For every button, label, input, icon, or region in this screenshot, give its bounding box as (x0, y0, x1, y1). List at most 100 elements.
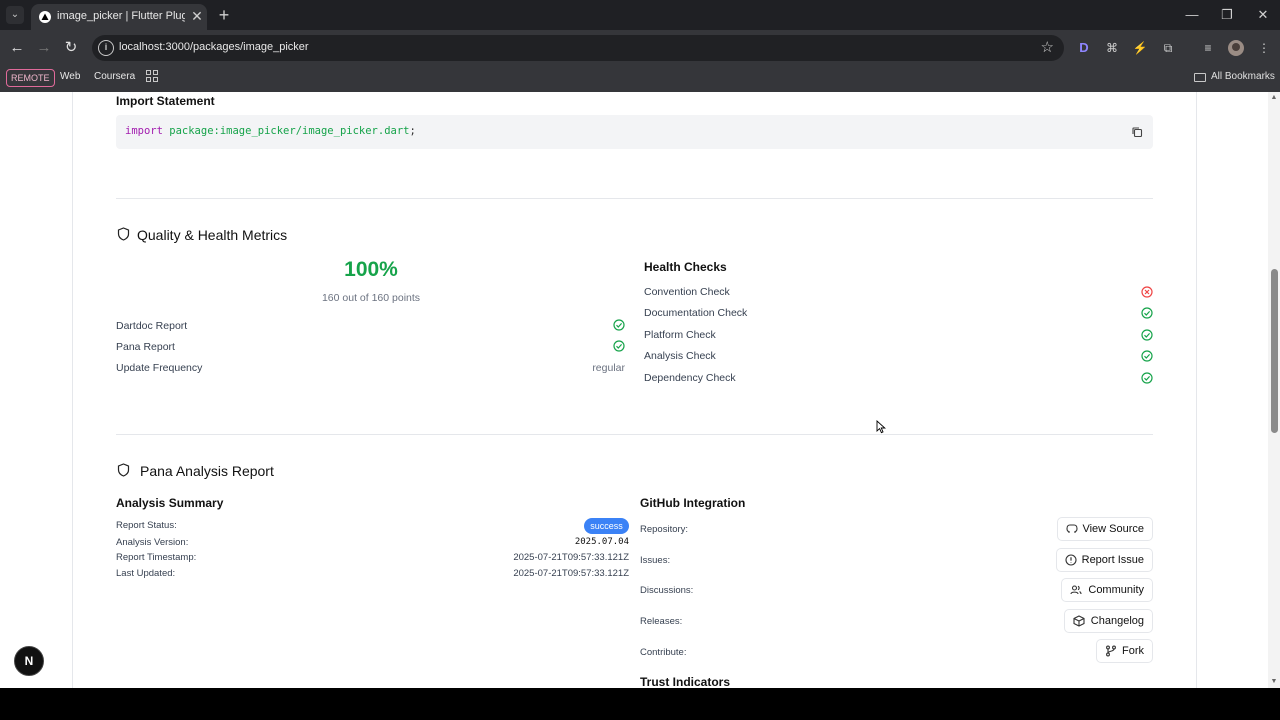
report-issue-label: Report Issue (1081, 554, 1144, 566)
tab-strip: ⌄ image_picker | Flutter Plugin | Co ✕ +… (0, 0, 1280, 30)
address-bar[interactable]: i localhost:3000/packages/image_picker ☆ (92, 35, 1064, 61)
view-source-button[interactable]: View Source (1057, 517, 1153, 541)
browser-menu-icon[interactable]: ⋮ (1255, 39, 1273, 57)
code-keyword: import (125, 125, 163, 137)
scroll-up-arrow-icon[interactable]: ▲ (1270, 94, 1278, 102)
github-row-label: Releases: (640, 616, 683, 627)
check-circle-icon (1141, 329, 1153, 341)
extension-d-icon[interactable]: D (1075, 39, 1093, 57)
profile-avatar[interactable] (1228, 40, 1244, 56)
summary-value: 2025-07-21T09:57:33.121Z (513, 552, 629, 563)
folder-icon (1194, 73, 1206, 82)
site-info-icon[interactable]: i (98, 40, 114, 56)
reload-icon[interactable]: ↻ (61, 38, 81, 58)
mouse-cursor-icon (876, 420, 886, 434)
check-circle-icon (613, 319, 625, 331)
users-icon (1070, 585, 1082, 595)
back-arrow-icon[interactable]: ← (7, 38, 27, 58)
browser-tab-active[interactable]: image_picker | Flutter Plugin | Co ✕ (31, 4, 207, 30)
changelog-label: Changelog (1090, 615, 1144, 627)
restore-window-icon[interactable]: ❐ (1215, 4, 1239, 26)
close-tab-icon[interactable]: ✕ (189, 8, 205, 24)
tab-title: image_picker | Flutter Plugin | Co (57, 10, 185, 22)
triangle-favicon-icon (39, 11, 51, 23)
close-window-icon[interactable]: ✕ (1251, 4, 1275, 26)
import-heading: Import Statement (116, 94, 215, 108)
code-path: package:image_picker/image_picker.dart (169, 125, 410, 137)
check-circle-icon (613, 340, 625, 352)
scroll-down-arrow-icon[interactable]: ▼ (1270, 678, 1278, 686)
git-fork-icon (1106, 645, 1116, 657)
quality-points: 160 out of 160 points (321, 292, 421, 304)
summary-label: Analysis Version: (116, 537, 189, 548)
health-check-label: Platform Check (644, 329, 716, 341)
bookmark-star-icon[interactable]: ☆ (1041, 38, 1054, 56)
fork-button[interactable]: Fork (1096, 639, 1153, 663)
github-icon (1066, 524, 1078, 533)
metric-label: Pana Report (116, 341, 175, 353)
health-check-label: Convention Check (644, 286, 730, 298)
forward-arrow-icon[interactable]: → (34, 38, 54, 58)
x-circle-icon (1141, 286, 1153, 298)
summary-label: Last Updated: (116, 568, 176, 579)
check-circle-icon (1141, 307, 1153, 319)
summary-value: 2025.07.04 (574, 537, 629, 547)
copy-icon[interactable] (1131, 126, 1143, 138)
github-integration-heading: GitHub Integration (640, 496, 746, 510)
github-row-label: Contribute: (640, 647, 687, 658)
health-checks-heading: Health Checks (644, 260, 727, 274)
package-icon (1073, 615, 1085, 627)
new-tab-button[interactable]: + (214, 5, 234, 25)
bookmark-web[interactable]: Web (60, 71, 80, 82)
url-text[interactable]: localhost:3000/packages/image_picker (119, 41, 309, 53)
health-check-label: Dependency Check (644, 372, 736, 384)
extensions-puzzle-icon[interactable]: ⧉ (1159, 39, 1177, 57)
changelog-button[interactable]: Changelog (1064, 609, 1153, 633)
all-bookmarks-link[interactable]: All Bookmarks (1211, 71, 1275, 82)
github-row-label: Repository: (640, 524, 689, 535)
section-divider (116, 434, 1153, 435)
community-label: Community (1088, 584, 1144, 596)
bookmark-coursera[interactable]: Coursera (94, 71, 135, 82)
check-circle-icon (1141, 350, 1153, 362)
community-button[interactable]: Community (1061, 578, 1153, 602)
metric-label: Dartdoc Report (116, 320, 188, 332)
metric-value: regular (592, 362, 625, 374)
pana-section-title: Pana Analysis Report (140, 463, 274, 479)
extension-bolt-icon[interactable]: ⚡ (1131, 39, 1149, 57)
bookmarks-bar: REMOTE Web Coursera All Bookmarks (0, 66, 1280, 92)
view-source-label: View Source (1082, 523, 1144, 535)
health-check-label: Analysis Check (644, 350, 716, 362)
code-terminator: ; (409, 125, 416, 137)
scrollbar-thumb[interactable] (1271, 269, 1278, 433)
report-issue-button[interactable]: Report Issue (1056, 548, 1153, 572)
github-row-label: Issues: (640, 555, 671, 566)
quality-score: 100% (344, 258, 398, 281)
trust-indicators-heading: Trust Indicators (640, 675, 731, 688)
content-frame-left (72, 92, 73, 688)
summary-value: 2025-07-21T09:57:33.121Z (513, 568, 629, 579)
status-badge: success (584, 518, 629, 534)
page-content: Import Statement import package:image_pi… (0, 92, 1280, 688)
health-check-label: Documentation Check (644, 307, 748, 319)
summary-label: Report Timestamp: (116, 552, 197, 563)
taskbar-area (0, 688, 1280, 720)
bookmark-remote[interactable]: REMOTE (6, 69, 55, 87)
shield-icon (117, 227, 130, 241)
tab-search-chevron-icon[interactable]: ⌄ (6, 6, 24, 24)
media-controls-icon[interactable]: ≡ (1199, 39, 1217, 57)
nextjs-dev-badge[interactable]: N (14, 646, 44, 676)
section-divider (116, 198, 1153, 199)
summary-label: Report Status: (116, 520, 177, 531)
import-code: import package:image_picker/image_picker… (125, 125, 416, 137)
check-circle-icon (1141, 372, 1153, 384)
minimize-window-icon[interactable]: — (1180, 4, 1204, 26)
import-code-block: import package:image_picker/image_picker… (116, 115, 1153, 149)
analysis-summary-heading: Analysis Summary (116, 496, 224, 510)
quality-section-title: Quality & Health Metrics (137, 227, 288, 243)
extension-translate-icon[interactable]: ⌘ (1103, 39, 1121, 57)
apps-grid-icon[interactable] (146, 70, 158, 82)
github-row-label: Discussions: (640, 585, 694, 596)
shield-icon (117, 463, 130, 477)
alert-circle-icon (1065, 554, 1077, 566)
